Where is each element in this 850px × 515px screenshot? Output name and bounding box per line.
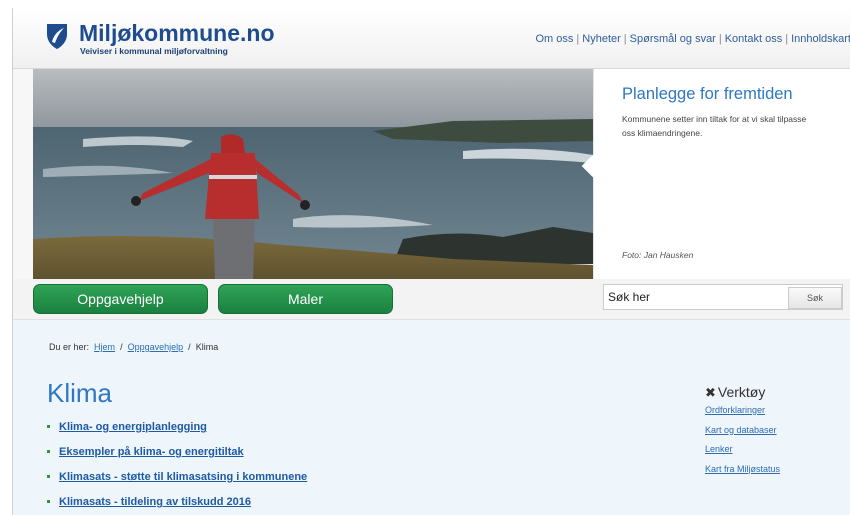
- nav-separator: |: [718, 33, 722, 45]
- shield-logo-icon[interactable]: [46, 22, 68, 50]
- tools-box: ✖ Verktøy Ordforklaringer Kart og databas…: [705, 384, 780, 483]
- nav-innholdskart[interactable]: Innholdskart: [791, 33, 850, 45]
- nav-kontakt-oss[interactable]: Kontakt oss: [725, 33, 782, 45]
- nav-separator: |: [623, 33, 627, 45]
- breadcrumb-separator: /: [185, 342, 194, 352]
- page: Miljøkommune.no Veiviser i kommunal milj…: [12, 8, 850, 515]
- tools-heading: ✖ Verktøy: [705, 384, 780, 401]
- list-item[interactable]: Klimasats - tildeling av tilskudd 2016: [47, 496, 307, 515]
- tools-link-lenker[interactable]: Lenker: [705, 444, 780, 464]
- page-title: Klima: [47, 378, 113, 408]
- list-item[interactable]: Klimasats - støtte til klimasatsing i ko…: [47, 471, 307, 496]
- bullet-icon: [47, 499, 50, 503]
- tools-link-kart-fra-miljostatus[interactable]: Kart fra Miljøstatus: [705, 464, 780, 484]
- tools-icon: ✖: [705, 385, 716, 400]
- bullet-icon: [47, 449, 50, 453]
- tools-link-ordforklaringer[interactable]: Ordforklaringer: [705, 405, 780, 425]
- nav-sporsmal-og-svar[interactable]: Spørsmål og svar: [630, 33, 716, 45]
- list-item[interactable]: Klima- og energiplanlegging: [47, 421, 307, 446]
- hero-image: [33, 69, 593, 279]
- action-bar: Oppgavehjelp Maler Søk her Søk: [13, 279, 850, 320]
- main-content: Du er her: Hjem / Oppgavehjelp / Klima K…: [13, 320, 850, 515]
- search-button[interactable]: Søk: [788, 287, 842, 309]
- topic-link[interactable]: Eksempler på klima- og energitiltak: [59, 446, 244, 458]
- tools-list: Ordforklaringer Kart og databaser Lenker…: [705, 405, 780, 483]
- nav-nyheter[interactable]: Nyheter: [582, 33, 621, 45]
- hero-caption-panel: Planlegge for fremtiden Kommunene setter…: [581, 69, 850, 279]
- oppgavehjelp-button[interactable]: Oppgavehjelp: [33, 284, 208, 314]
- site-tagline: Veiviser i kommunal miljøforvaltning: [80, 46, 228, 56]
- topic-list: Klima- og energiplanlegging Eksempler på…: [47, 421, 307, 515]
- topic-link[interactable]: Klimasats - tildeling av tilskudd 2016: [59, 496, 251, 508]
- breadcrumb-current: Klima: [195, 342, 219, 352]
- hero-title[interactable]: Planlegge for fremtiden: [622, 85, 793, 104]
- site-brand[interactable]: Miljøkommune.no: [79, 21, 275, 45]
- nav-om-oss[interactable]: Om oss: [536, 33, 574, 45]
- list-item[interactable]: Eksempler på klima- og energitiltak: [47, 446, 307, 471]
- breadcrumb-hjem[interactable]: Hjem: [94, 342, 115, 352]
- bullet-icon: [47, 474, 50, 478]
- tools-link-kart-og-databaser[interactable]: Kart og databaser: [705, 425, 780, 445]
- breadcrumb-oppgavehjelp[interactable]: Oppgavehjelp: [128, 342, 184, 352]
- photo-credit: Foto: Jan Hausken: [622, 250, 694, 260]
- breadcrumb-prefix: Du er her:: [49, 342, 90, 352]
- topic-link[interactable]: Klimasats - støtte til klimasatsing i ko…: [59, 471, 307, 483]
- topic-link[interactable]: Klima- og energiplanlegging: [59, 421, 207, 433]
- nav-separator: |: [576, 33, 580, 45]
- breadcrumb: Du er her: Hjem / Oppgavehjelp / Klima: [49, 342, 218, 352]
- nav-separator: |: [785, 33, 789, 45]
- bullet-icon: [47, 424, 50, 428]
- site-header: Miljøkommune.no Veiviser i kommunal milj…: [13, 8, 850, 69]
- hero-text: Kommunene setter inn tiltak for at vi sk…: [622, 114, 807, 138]
- tools-title: Verktøy: [717, 384, 766, 400]
- breadcrumb-separator: /: [117, 342, 126, 352]
- maler-button[interactable]: Maler: [218, 284, 393, 314]
- top-navigation: Om oss | Nyheter | Spørsmål og svar | Kontakt …: [536, 33, 850, 45]
